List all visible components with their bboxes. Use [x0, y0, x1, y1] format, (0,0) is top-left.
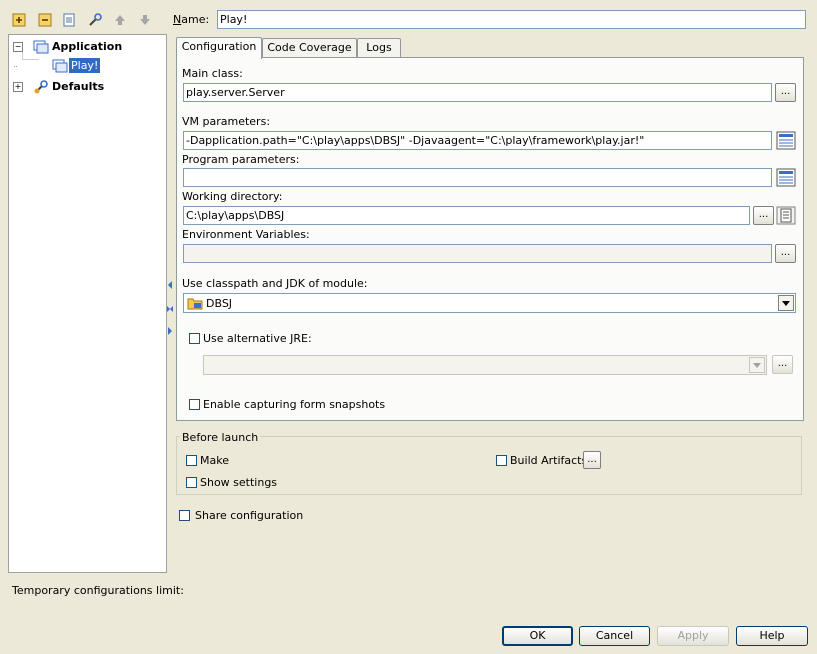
move-down-button[interactable]: [137, 12, 153, 28]
before-launch-title: Before launch: [180, 431, 261, 444]
show-settings-label: Show settings: [200, 476, 278, 489]
temporary-configurations-limit-label: Temporary configurations limit:: [12, 584, 184, 597]
share-configuration-label: Share configuration: [195, 509, 304, 522]
working-directory-label: Working directory:: [182, 190, 283, 203]
enable-snapshots-label: Enable capturing form snapshots: [203, 398, 386, 411]
tab-logs[interactable]: Logs: [357, 38, 401, 58]
tab-configuration[interactable]: Configuration: [176, 37, 262, 59]
environment-variables-label: Environment Variables:: [182, 228, 310, 241]
module-folder-icon: [187, 298, 203, 310]
expand-icon[interactable]: +: [13, 82, 23, 92]
move-up-button[interactable]: [112, 12, 128, 28]
program-parameters-label: Program parameters:: [182, 153, 300, 166]
module-label: Use classpath and JDK of module:: [182, 277, 368, 290]
collapse-icon[interactable]: −: [13, 42, 23, 52]
main-class-label: Main class:: [182, 67, 243, 80]
main-class-browse-button[interactable]: ...: [775, 83, 796, 102]
alternative-jre-select[interactable]: [203, 355, 767, 375]
dropdown-arrow-icon: [749, 357, 765, 373]
main-class-input[interactable]: play.server.Server: [183, 83, 772, 102]
copy-icon: [63, 13, 75, 27]
alternative-jre-browse-button[interactable]: ...: [772, 355, 793, 374]
share-configuration-checkbox[interactable]: [179, 510, 190, 521]
name-label: Name:: [173, 13, 210, 26]
working-directory-browse-button[interactable]: ...: [753, 206, 774, 225]
tree-item-label: Defaults: [52, 80, 105, 93]
down-arrow-icon: [140, 15, 150, 25]
module-select[interactable]: DBSJ: [183, 293, 796, 313]
up-arrow-icon: [115, 15, 125, 25]
add-button[interactable]: [11, 12, 27, 28]
cancel-button[interactable]: Cancel: [579, 626, 650, 646]
working-directory-input[interactable]: C:\play\apps\DBSJ: [183, 206, 750, 225]
make-label: Make: [200, 454, 229, 467]
configuration-tree[interactable]: − Application Play! + Defaults: [8, 34, 167, 573]
tree-item-label: Application: [52, 40, 123, 53]
vm-parameters-input[interactable]: -Dapplication.path="C:\play\apps\DBSJ" -…: [183, 131, 772, 150]
tab-code-coverage[interactable]: Code Coverage: [262, 38, 357, 58]
copy-button[interactable]: [61, 12, 77, 28]
alternative-jre-checkbox[interactable]: [189, 333, 200, 344]
environment-variables-input[interactable]: [183, 244, 772, 263]
expand-text-icon[interactable]: [776, 131, 796, 150]
edit-defaults-button[interactable]: [87, 12, 103, 28]
application-config-icon: [52, 59, 68, 73]
remove-icon: [38, 13, 52, 27]
tree-item-label-selected: Play!: [69, 58, 101, 73]
build-artifacts-button[interactable]: ...: [583, 451, 601, 469]
wrench-defaults-icon: [34, 80, 48, 94]
remove-button[interactable]: [37, 12, 53, 28]
make-checkbox[interactable]: [186, 455, 197, 466]
module-select-value: DBSJ: [206, 297, 233, 310]
ok-button[interactable]: OK: [502, 626, 573, 646]
name-input[interactable]: Play!: [217, 10, 806, 29]
splitter-arrows-icon[interactable]: [165, 278, 175, 338]
macro-list-icon[interactable]: [776, 206, 796, 225]
application-config-icon: [33, 40, 49, 54]
program-parameters-input[interactable]: [183, 168, 772, 187]
dropdown-arrow-icon[interactable]: [778, 295, 794, 311]
expand-text-icon[interactable]: [776, 168, 796, 187]
help-button[interactable]: Help: [736, 626, 808, 646]
vm-parameters-label: VM parameters:: [182, 115, 271, 128]
build-artifacts-checkbox[interactable]: [496, 455, 507, 466]
enable-snapshots-checkbox[interactable]: [189, 399, 200, 410]
show-settings-checkbox[interactable]: [186, 477, 197, 488]
environment-variables-button[interactable]: ...: [775, 244, 796, 263]
build-artifacts-label: Build Artifacts: [510, 454, 588, 467]
wrench-icon: [89, 13, 102, 26]
apply-button[interactable]: Apply: [657, 626, 729, 646]
add-icon: [12, 13, 26, 27]
alternative-jre-label: Use alternative JRE:: [203, 332, 312, 345]
